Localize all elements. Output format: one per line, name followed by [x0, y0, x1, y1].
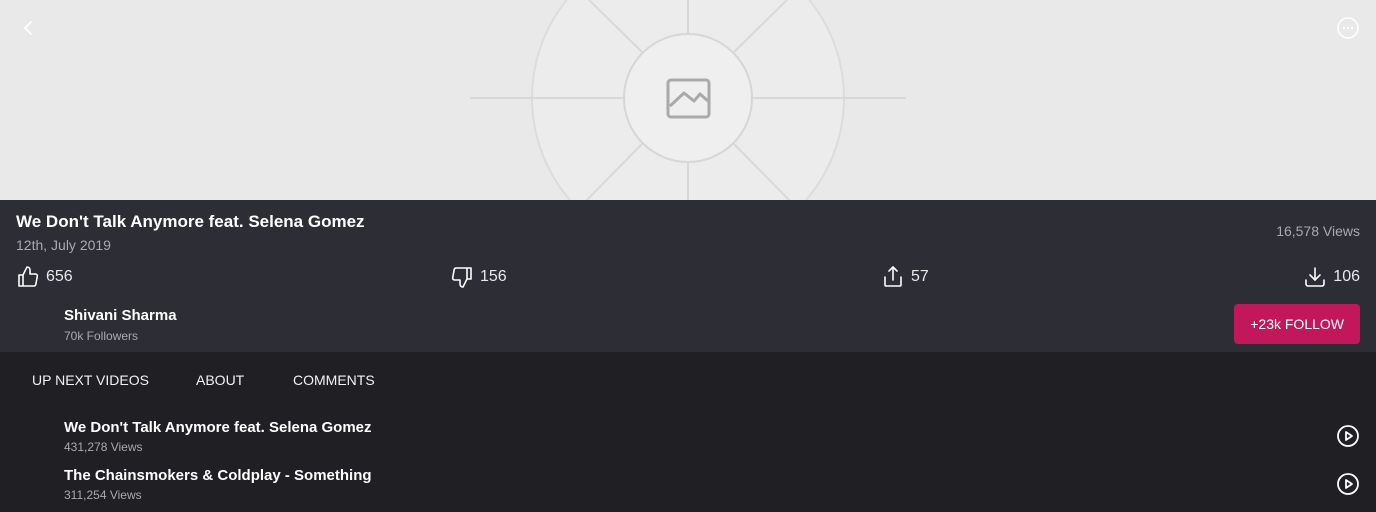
tab-comments[interactable]: COMMENTS: [293, 372, 375, 388]
share-icon: [881, 265, 905, 289]
like-count: 656: [46, 268, 73, 285]
back-button[interactable]: [16, 16, 40, 40]
play-button[interactable]: [1336, 472, 1360, 496]
list-item-title: We Don't Talk Anymore feat. Selena Gomez: [64, 419, 372, 436]
channel-name[interactable]: Shivani Sharma: [64, 307, 177, 324]
video-views: 16,578 Views: [1276, 223, 1360, 239]
video-info-panel: We Don't Talk Anymore feat. Selena Gomez…: [0, 200, 1376, 352]
download-button[interactable]: 106: [1303, 264, 1360, 290]
channel-followers: 70k Followers: [64, 329, 139, 343]
list-item[interactable]: We Don't Talk Anymore feat. Selena Gomez…: [0, 408, 1376, 456]
share-count: 57: [911, 268, 929, 285]
list-item-views: 431,278 Views: [64, 440, 143, 454]
content-tabs: UP NEXT VIDEOS ABOUT COMMENTS: [0, 352, 1376, 408]
more-horizontal-circle-icon: [1337, 17, 1359, 39]
video-title: We Don't Talk Anymore feat. Selena Gomez: [16, 212, 365, 231]
follow-button[interactable]: +23k FOLLOW: [1234, 304, 1360, 344]
dislike-count: 156: [480, 268, 507, 285]
thumbs-up-icon: [16, 265, 40, 289]
play-circle-icon: [1337, 473, 1359, 495]
dislike-button[interactable]: 156: [450, 264, 507, 290]
video-thumbnail-placeholder: [0, 0, 1376, 200]
like-button[interactable]: 656: [16, 264, 73, 290]
up-next-list: We Don't Talk Anymore feat. Selena Gomez…: [0, 408, 1376, 512]
list-item[interactable]: The Chainsmokers & Coldplay - Something …: [0, 456, 1376, 504]
video-date: 12th, July 2019: [16, 237, 111, 253]
list-item-title: The Chainsmokers & Coldplay - Something: [64, 467, 372, 484]
list-item-views: 311,254 Views: [64, 488, 142, 502]
video-player[interactable]: [0, 0, 1376, 200]
tab-about[interactable]: ABOUT: [196, 372, 244, 388]
share-button[interactable]: 57: [881, 264, 929, 290]
download-count: 106: [1333, 268, 1360, 285]
tab-up-next-videos[interactable]: UP NEXT VIDEOS: [32, 372, 149, 388]
more-options-button[interactable]: [1336, 16, 1360, 40]
thumbs-down-icon: [450, 265, 474, 289]
play-button[interactable]: [1336, 424, 1360, 448]
chevron-left-icon: [24, 21, 32, 35]
play-circle-icon: [1337, 425, 1359, 447]
download-icon: [1303, 265, 1327, 289]
